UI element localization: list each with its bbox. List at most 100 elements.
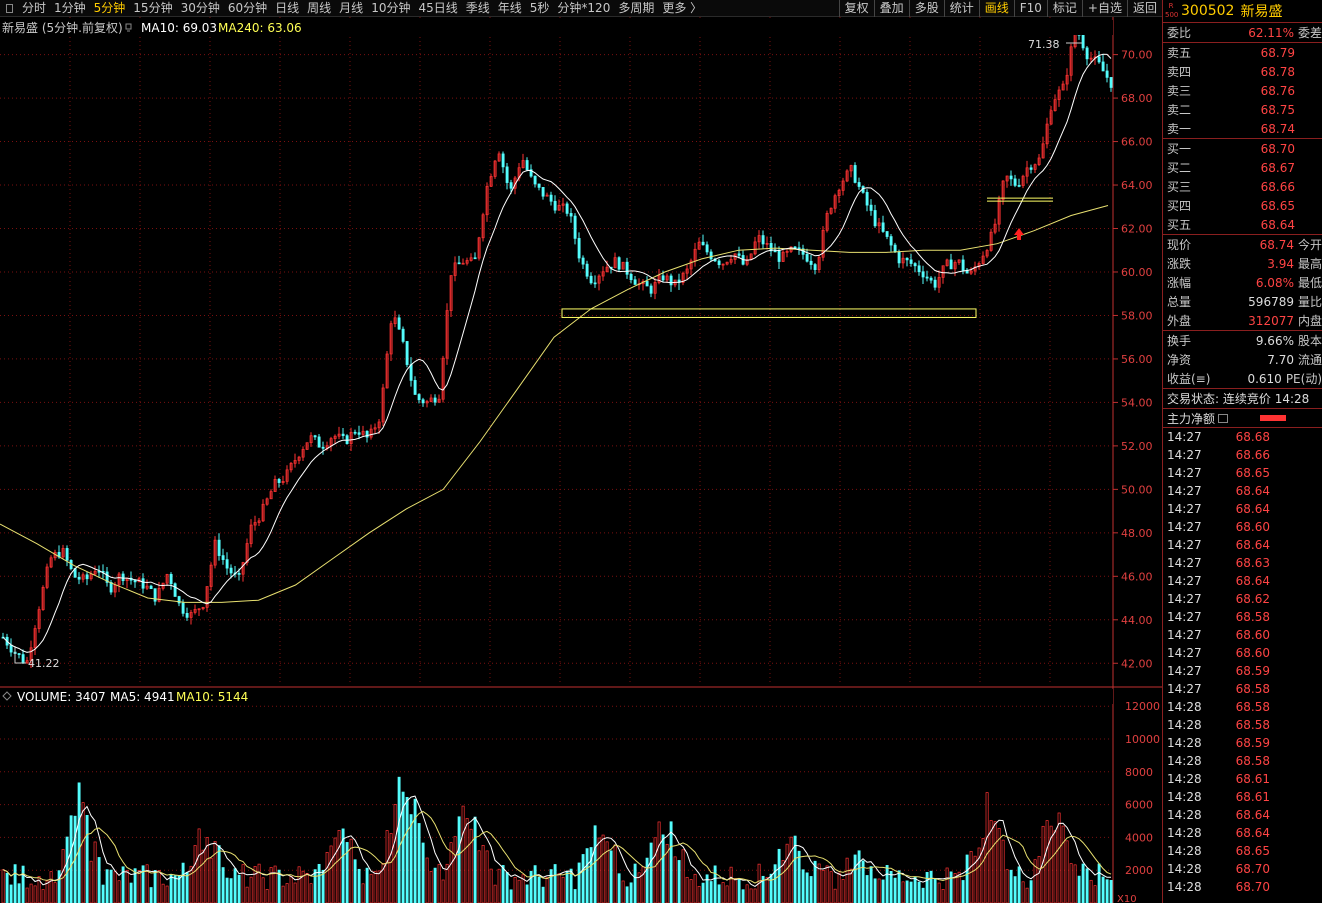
volume-bar [461,805,465,903]
candle-body [17,653,21,655]
tool-button[interactable]: 多股 [908,0,944,17]
volume-bar [353,859,357,903]
volume-bar [753,888,757,903]
period-tab[interactable]: 45日线 [414,0,461,17]
candle-body [857,182,861,187]
period-tab[interactable]: 季线 [462,0,494,17]
period-tab[interactable]: 日线 [271,0,303,17]
period-tab[interactable]: 30分钟 [177,0,224,17]
kline-chart[interactable]: 70.00 68.00 66.00 64.00 62.00 60.00 58.00 56.00… [0,17,1162,903]
period-tab[interactable]: 15分钟 [129,0,176,17]
candle-body [537,183,541,188]
tool-button[interactable]: 复权 [838,0,874,17]
tool-button[interactable]: 标记 [1046,0,1082,17]
volume-bar [1089,879,1093,903]
tool-button[interactable]: 画线 [978,0,1014,17]
list-icon[interactable] [1218,413,1229,423]
candle-body [417,394,421,401]
tick-time: 14:28 [1167,808,1202,822]
period-tab[interactable]: 月线 [335,0,367,17]
book-label: 卖二 [1167,103,1192,117]
tick-row: 14:28 68.65 [1163,842,1322,860]
volume-bar [829,871,833,903]
price-tick-label: 70.00 [1121,49,1153,62]
candle-body [401,328,405,342]
period-tab[interactable]: 60分钟 [224,0,271,17]
kline-svg[interactable]: 70.00 68.00 66.00 64.00 62.00 60.00 58.00 56.00… [0,17,1162,903]
volume-bar [473,816,477,903]
volume-bar [557,873,561,903]
volume-bar [549,869,553,903]
tick-price: 68.64 [1235,502,1270,516]
period-tab[interactable]: 年线 [494,0,526,17]
candle-body [761,235,765,245]
stock-name[interactable]: 新易盛 [1240,1,1282,21]
volume-bar [1037,856,1041,903]
book-price: 68.78 [1260,64,1295,79]
period-tab[interactable]: 10分钟 [367,0,414,17]
volume-bar [373,870,377,903]
tool-button[interactable]: 统计 [943,0,979,17]
tick-time: 14:27 [1167,646,1202,660]
period-tab[interactable]: 5分钟 [90,0,130,17]
candle-body [1105,70,1109,78]
period-tab[interactable]: 分钟*120 [553,0,614,17]
candle-body [549,194,553,202]
volume-bar [377,870,381,903]
tool-button[interactable]: 返回 [1126,0,1162,17]
tool-button[interactable]: F10 [1013,0,1047,17]
volume-bar [77,782,81,903]
volume-bar [529,870,533,903]
period-tab[interactable]: 更多 〉 [658,0,706,17]
candle-body [925,276,929,279]
candle-body [357,432,361,435]
volume-bar [277,869,281,903]
stat-label2: 量比 [1297,295,1322,309]
volume-bar [869,866,873,903]
tick-time: 14:27 [1167,538,1202,552]
panel-grip-icon[interactable] [0,0,18,17]
volume-bar [13,864,17,903]
tick-time: 14:28 [1167,880,1202,894]
candle-body [133,579,137,583]
volume-bar [505,872,509,903]
book-row: 买四 68.65 [1163,196,1322,215]
volume-bar [873,878,877,903]
volume-bar [221,867,225,903]
candle-body [633,279,637,285]
volume-bar [641,866,645,903]
volume-bar [985,792,989,903]
period-tab[interactable]: 1分钟 [50,0,90,17]
tick-time: 14:28 [1167,826,1202,840]
volume-bar [1073,864,1077,903]
main-capital-row[interactable]: 主力净额 [1163,408,1322,428]
period-tab[interactable]: 5秒 [526,0,554,17]
book-row: 买五 68.64 [1163,215,1322,234]
book-price: 68.70 [1260,141,1295,156]
period-tab[interactable]: 周线 [303,0,335,17]
stat-label: 涨幅 [1167,276,1192,290]
volume-bar [109,869,113,903]
stat-value: 68.74 [1259,237,1294,252]
period-tab[interactable]: 分时 [18,0,50,17]
volume-bar [361,883,365,903]
volume-bar [237,874,241,903]
volume-bar [921,887,925,903]
tick-list[interactable]: 14:27 68.68 14:27 68.66 14:27 68.65 14:27 68.64… [1163,428,1322,896]
period-tabs: 分时 1分钟 5分钟 15分钟 30分钟 60分钟 日线 周线 月线 10分钟 45日线 季线 年线 5秒… [18,0,706,17]
stat-row: 收益(≡) 0.610 PE(动) [1163,369,1322,388]
book-label: 买五 [1167,218,1192,232]
volume-bar [365,867,369,903]
stock-code[interactable]: 300502 [1181,3,1234,19]
period-tab[interactable]: 多周期 [614,0,658,17]
tick-time: 14:27 [1167,682,1202,696]
candle-body [313,435,317,438]
candle-body [353,431,357,434]
tool-button[interactable]: 叠加 [873,0,909,17]
tool-button[interactable]: +自选 [1081,0,1127,17]
volume-bar [889,871,893,903]
volume-bar [469,828,473,903]
candle-body [405,341,409,365]
volume-bar [169,874,173,903]
volume-bar [701,882,705,903]
